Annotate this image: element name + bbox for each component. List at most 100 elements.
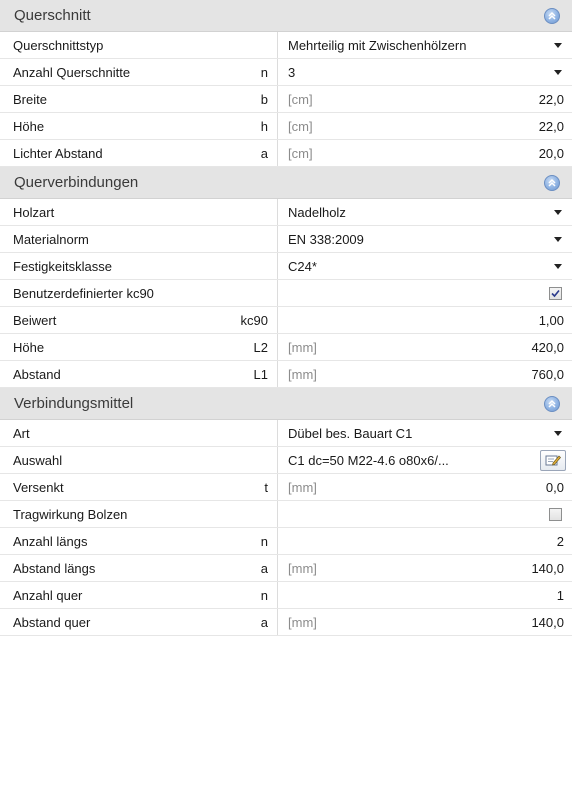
edit-icon[interactable] — [540, 449, 566, 471]
property-label: Lichter Abstand — [13, 145, 103, 161]
property-value-cell[interactable]: C1 dc=50 M22-4.6 o80x6/... — [278, 447, 572, 473]
property-label: Tragwirkung Bolzen — [13, 506, 128, 522]
property-label: Holzart — [13, 204, 55, 220]
checkbox-checked[interactable] — [549, 286, 562, 300]
checkbox-unchecked[interactable] — [549, 507, 562, 521]
property-value-cell[interactable]: [mm] 0,0 — [278, 474, 572, 500]
property-row-querschnittstyp: Querschnittstyp Mehrteilig mit Zwischenhö… — [0, 32, 572, 59]
property-label: Festigkeitsklasse — [13, 258, 112, 274]
numeric-value[interactable]: 1,00 — [539, 313, 564, 328]
property-label: Anzahl Querschnitte — [13, 64, 131, 80]
dropdown-value[interactable]: Mehrteilig mit Zwischenhölzern — [288, 38, 466, 53]
property-value-cell[interactable]: EN 338:2009 — [278, 226, 572, 252]
property-label: Abstand längs — [13, 560, 96, 576]
numeric-value[interactable]: 1 — [557, 588, 564, 603]
property-value-cell[interactable]: C24* — [278, 253, 572, 279]
dropdown-value[interactable]: C24* — [288, 259, 317, 274]
property-row-tragwirkung-bolzen: Tragwirkung Bolzen — [0, 501, 572, 528]
unit-label: [mm] — [288, 479, 317, 495]
dropdown-value[interactable]: Dübel bes. Bauart C1 — [288, 426, 412, 441]
property-value-cell[interactable]: [cm] 20,0 — [278, 140, 572, 166]
section-header-verbindungsmittel[interactable]: Verbindungsmittel — [0, 388, 572, 420]
section-title: Verbindungsmittel — [14, 395, 134, 412]
property-value-cell[interactable] — [278, 501, 572, 527]
chevron-down-icon[interactable] — [554, 430, 562, 436]
numeric-value[interactable]: 22,0 — [539, 119, 564, 134]
numeric-value[interactable]: 760,0 — [531, 367, 564, 382]
unit-label: [mm] — [288, 560, 317, 576]
property-value-cell[interactable]: Dübel bes. Bauart C1 — [278, 420, 572, 446]
numeric-value[interactable]: 140,0 — [531, 615, 564, 630]
property-value-cell[interactable] — [278, 280, 572, 306]
section-title: Querverbindungen — [14, 174, 139, 191]
property-row-abstand-quer: Abstand quer a [mm] 140,0 — [0, 609, 572, 636]
property-row-benutzerdefinierter-kc90: Benutzerdefinierter kc90 — [0, 280, 572, 307]
chevron-up-double-icon[interactable] — [544, 7, 560, 24]
chevron-down-icon[interactable] — [554, 69, 562, 75]
numeric-value[interactable]: 140,0 — [531, 561, 564, 576]
property-row-art: Art Dübel bes. Bauart C1 — [0, 420, 572, 447]
numeric-value[interactable]: 22,0 — [539, 92, 564, 107]
property-symbol — [210, 226, 278, 252]
dropdown-value[interactable]: Nadelholz — [288, 205, 346, 220]
property-symbol — [210, 32, 278, 58]
chevron-up-double-icon[interactable] — [544, 174, 560, 191]
property-label: Beiwert — [13, 312, 57, 328]
chevron-down-icon[interactable] — [554, 209, 562, 215]
property-row-abstand: Abstand L1 [mm] 760,0 — [0, 361, 572, 388]
property-row-abstand-laengs: Abstand längs a [mm] 140,0 — [0, 555, 572, 582]
property-label: Höhe — [13, 118, 45, 134]
property-value-cell[interactable]: Mehrteilig mit Zwischenhölzern — [278, 32, 572, 58]
property-symbol: n — [210, 582, 278, 608]
numeric-value[interactable]: 20,0 — [539, 146, 564, 161]
property-row-anzahl-quer: Anzahl quer n 1 — [0, 582, 572, 609]
property-symbol — [210, 280, 278, 306]
property-symbol: n — [210, 59, 278, 85]
property-value-cell[interactable]: 3 — [278, 59, 572, 85]
numeric-value[interactable]: 420,0 — [531, 340, 564, 355]
property-value-cell[interactable]: 1 — [278, 582, 572, 608]
property-label: Benutzerdefinierter kc90 — [13, 285, 154, 301]
property-row-beiwert: Beiwert kc90 1,00 — [0, 307, 572, 334]
chevron-down-icon[interactable] — [554, 236, 562, 242]
property-label: Versenkt — [13, 479, 64, 495]
property-symbol: n — [210, 528, 278, 554]
property-row-materialnorm: Materialnorm EN 338:2009 — [0, 226, 572, 253]
property-symbol — [210, 420, 278, 446]
property-value-cell[interactable]: [mm] 140,0 — [278, 609, 572, 635]
property-value-cell[interactable]: [cm] 22,0 — [278, 113, 572, 139]
unit-label: [mm] — [288, 339, 317, 355]
property-symbol: kc90 — [210, 307, 278, 333]
property-symbol: L2 — [210, 334, 278, 360]
property-value-cell[interactable]: 2 — [278, 528, 572, 554]
dropdown-value[interactable]: 3 — [288, 65, 295, 80]
property-value-cell[interactable]: Nadelholz — [278, 199, 572, 225]
property-label: Höhe — [13, 339, 45, 355]
property-value-cell[interactable]: 1,00 — [278, 307, 572, 333]
unit-label: [cm] — [288, 91, 313, 107]
section-header-querverbindungen[interactable]: Querverbindungen — [0, 167, 572, 199]
chevron-down-icon[interactable] — [554, 263, 562, 269]
property-row-anzahl-querschnitte: Anzahl Querschnitte n 3 — [0, 59, 572, 86]
unit-label: [mm] — [288, 614, 317, 630]
property-symbol: t — [210, 474, 278, 500]
property-value-cell[interactable]: [mm] 140,0 — [278, 555, 572, 581]
chevron-up-double-icon[interactable] — [544, 395, 560, 412]
chevron-down-icon[interactable] — [554, 42, 562, 48]
property-symbol: a — [210, 140, 278, 166]
property-row-festigkeitsklasse: Festigkeitsklasse C24* — [0, 253, 572, 280]
property-value-cell[interactable]: [mm] 420,0 — [278, 334, 572, 360]
property-value-cell[interactable]: [mm] 760,0 — [278, 361, 572, 387]
numeric-value[interactable]: 2 — [557, 534, 564, 549]
property-symbol: a — [210, 555, 278, 581]
property-row-hoehe: Höhe L2 [mm] 420,0 — [0, 334, 572, 361]
numeric-value[interactable]: 0,0 — [546, 480, 564, 495]
property-symbol: a — [210, 609, 278, 635]
dropdown-value[interactable]: EN 338:2009 — [288, 232, 364, 247]
section-header-querschnitt[interactable]: Querschnitt — [0, 0, 572, 32]
property-label: Querschnittstyp — [13, 37, 104, 53]
property-grid: Querschnitt Querschnittstyp Mehrteilig mit… — [0, 0, 572, 636]
property-value-cell[interactable]: [cm] 22,0 — [278, 86, 572, 112]
property-label: Materialnorm — [13, 231, 89, 247]
property-row-anzahl-laengs: Anzahl längs n 2 — [0, 528, 572, 555]
